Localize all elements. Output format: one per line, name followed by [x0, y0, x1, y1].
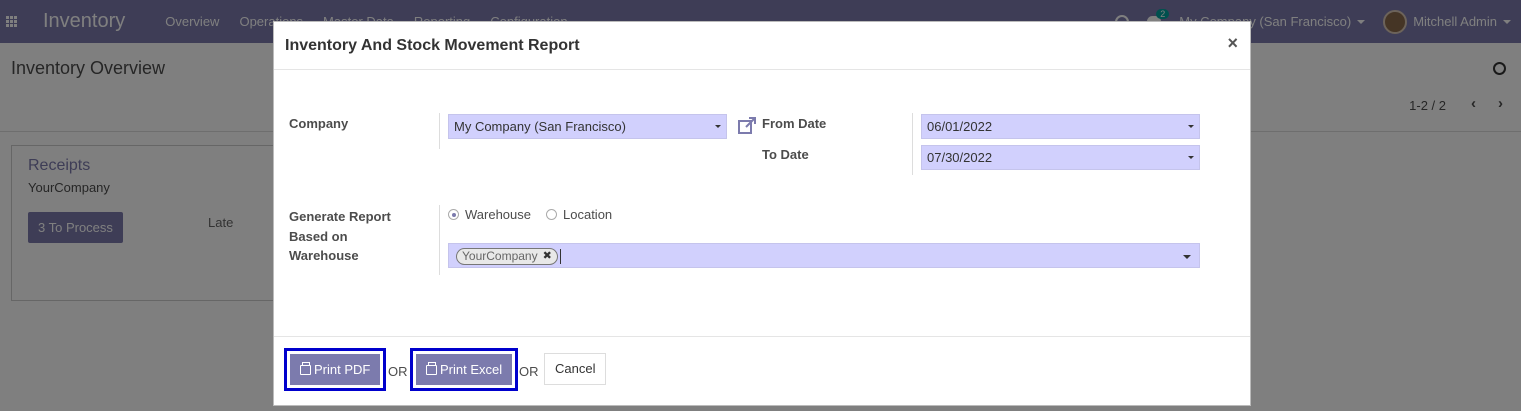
company-select-value: My Company (San Francisco) [454, 119, 626, 134]
divider [912, 113, 913, 175]
to-date-value: 07/30/2022 [927, 150, 993, 165]
warehouse-many2many-input[interactable]: YourCompany ✖ [448, 243, 1200, 268]
external-link-icon[interactable] [737, 116, 757, 136]
dialog-header: Inventory And Stock Movement Report × [274, 22, 1250, 70]
warehouse-tag: YourCompany ✖ [456, 248, 558, 265]
report-basis-label-line1: Generate Report [289, 209, 391, 224]
company-select[interactable]: My Company (San Francisco) [448, 114, 727, 139]
printer-icon [300, 361, 311, 375]
cancel-button[interactable]: Cancel [544, 353, 607, 385]
chevron-down-icon [1188, 156, 1194, 159]
report-basis-label-line2: Based on [289, 228, 348, 244]
chevron-down-icon [1188, 125, 1194, 128]
print-excel-label: Print Excel [440, 362, 503, 377]
report-dialog: Inventory And Stock Movement Report × Co… [273, 21, 1251, 406]
printer-icon [426, 361, 437, 375]
from-date-label: From Date [762, 116, 827, 131]
radio-warehouse[interactable]: Warehouse [448, 207, 531, 222]
to-date-input[interactable]: 07/30/2022 [921, 145, 1200, 170]
from-date-value: 06/01/2022 [927, 119, 993, 134]
print-excel-highlight: Print Excel [410, 348, 519, 391]
print-pdf-button[interactable]: Print PDF [290, 354, 381, 385]
warehouse-tag-label: YourCompany [462, 249, 538, 263]
radio-location[interactable]: Location [546, 207, 612, 222]
radio-checked-icon [448, 209, 459, 220]
print-pdf-highlight: Print PDF [284, 348, 387, 391]
text-cursor [560, 249, 561, 264]
dialog-title: Inventory And Stock Movement Report [285, 37, 580, 54]
print-excel-button[interactable]: Print Excel [416, 354, 513, 385]
remove-tag-icon[interactable]: ✖ [543, 249, 552, 264]
radio-warehouse-label: Warehouse [465, 207, 531, 222]
or-separator: OR [388, 364, 408, 379]
to-date-label: To Date [762, 147, 809, 162]
dialog-footer: Print PDF OR Print Excel OR Cancel [274, 336, 1250, 406]
radio-unchecked-icon [546, 209, 557, 220]
divider [439, 113, 440, 149]
or-separator: OR [519, 364, 539, 379]
company-label: Company [289, 116, 349, 131]
close-icon[interactable]: × [1227, 33, 1238, 54]
radio-location-label: Location [563, 207, 613, 222]
divider [439, 205, 440, 275]
chevron-down-icon [715, 125, 721, 128]
chevron-down-icon[interactable] [1183, 255, 1191, 259]
from-date-input[interactable]: 06/01/2022 [921, 114, 1200, 139]
report-basis-label: Generate Report Based on Warehouse [289, 207, 391, 266]
print-pdf-label: Print PDF [314, 362, 371, 377]
warehouse-label: Warehouse [289, 248, 359, 263]
